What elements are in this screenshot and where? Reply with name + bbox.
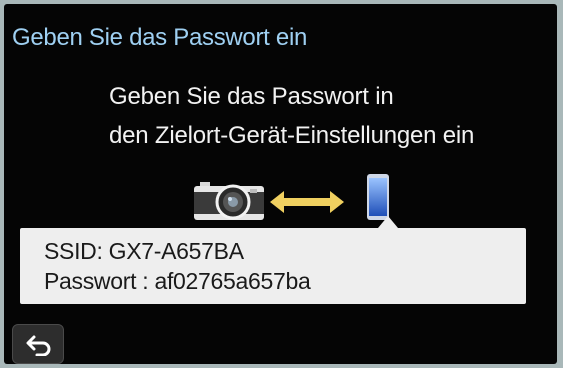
box-pointer: [378, 216, 398, 228]
double-arrow-icon: [270, 190, 344, 219]
instruction-line-1: Geben Sie das Passwort in: [109, 83, 394, 110]
screen-title: Geben Sie das Passwort ein: [12, 24, 308, 51]
instruction-line-2: den Zielort-Gerät-Einstellungen ein: [109, 122, 475, 149]
return-icon: [26, 335, 51, 356]
back-button[interactable]: [12, 324, 64, 364]
password-text: Passwort : af02765a657ba: [44, 268, 311, 294]
camera-icon: [194, 180, 264, 225]
credentials-box: SSID: GX7-A657BA Passwort : af02765a657b…: [20, 216, 526, 304]
ssid-text: SSID: GX7-A657BA: [44, 238, 244, 264]
camera-lcd-screen: Geben Sie das Passwort ein Geben Sie das…: [4, 4, 557, 364]
